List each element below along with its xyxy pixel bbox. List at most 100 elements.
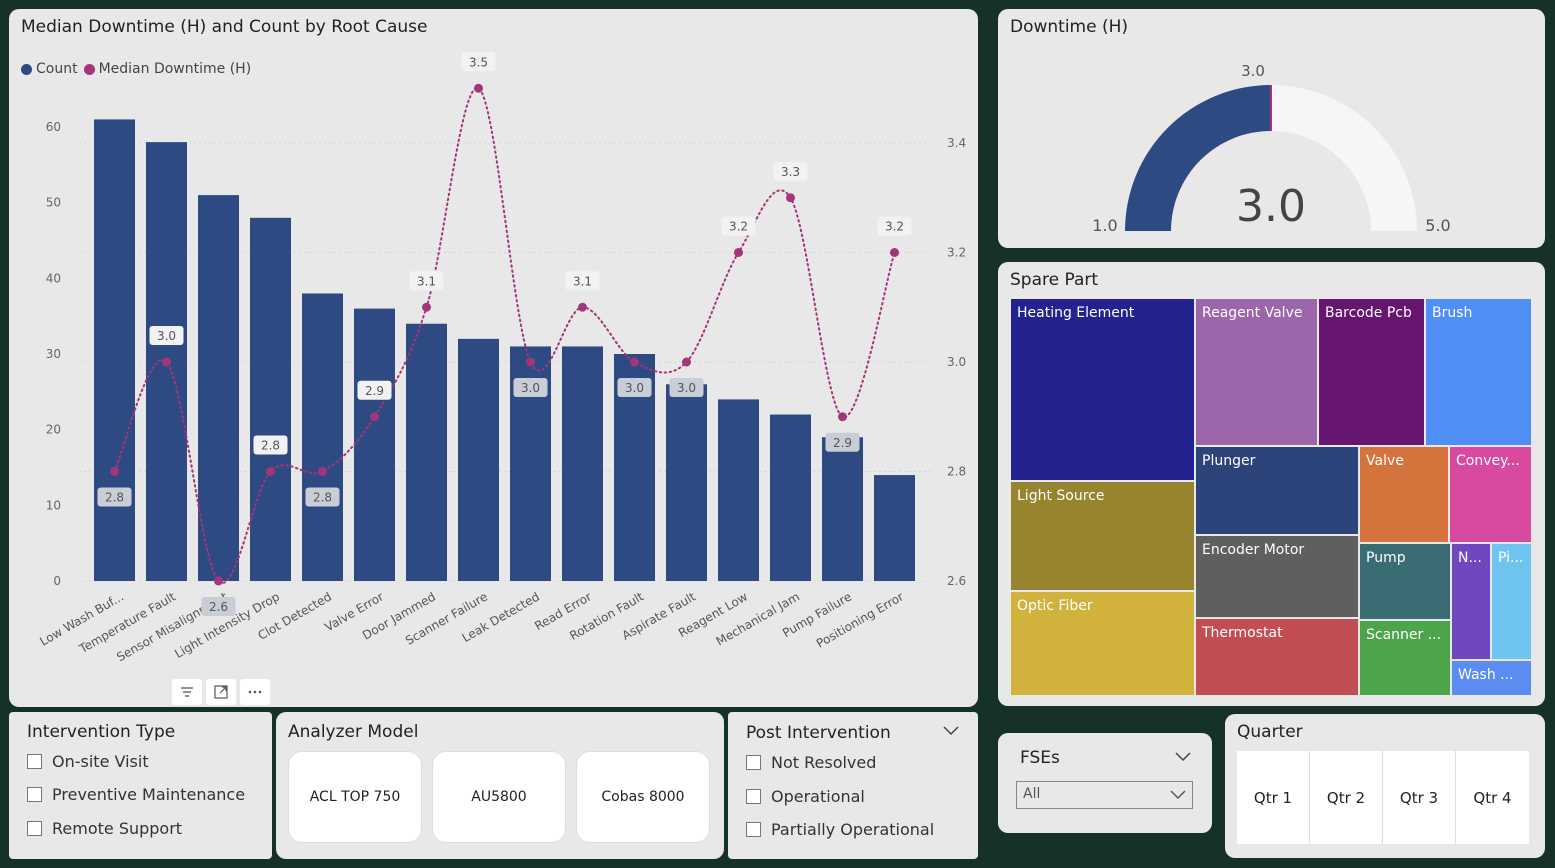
post-option-not-resolved[interactable]: Not Resolved: [746, 753, 876, 772]
option-label: Remote Support: [52, 819, 183, 838]
y-tick-left: 10: [46, 498, 61, 512]
y-tick-left: 50: [46, 196, 61, 210]
quarter-tile-q1[interactable]: Qtr 1: [1237, 751, 1310, 844]
option-label: Preventive Maintenance: [52, 785, 246, 804]
bar-10: [562, 346, 603, 581]
analyzer-model-slicer: Analyzer Model ACL TOP 750 AU5800 Cobas …: [276, 712, 724, 859]
bar-1: [94, 119, 135, 581]
y-tick-left: 0: [53, 574, 61, 588]
gauge-target-label: 3.0: [1241, 62, 1265, 80]
median-point: [370, 412, 379, 422]
treemap-tile[interactable]: Valve: [1359, 446, 1449, 543]
treemap-card: Spare Part Heating Element Reagent Valve…: [998, 262, 1545, 706]
bar-4: [250, 217, 291, 582]
gauge-chart: 3.0 3.0 1.0 5.0: [1092, 62, 1450, 235]
treemap-tile[interactable]: Scanner ...: [1359, 620, 1451, 696]
data-label: 3.2: [729, 220, 748, 234]
median-point: [162, 357, 171, 367]
median-point: [630, 357, 639, 367]
treemap-tile[interactable]: Optic Fiber: [1010, 591, 1195, 696]
treemap-tile[interactable]: Brush: [1425, 298, 1532, 446]
chevron-down-icon[interactable]: [1175, 752, 1191, 762]
treemap-tile[interactable]: Encoder Motor: [1195, 535, 1359, 618]
more-options-icon[interactable]: [240, 679, 270, 705]
checkbox[interactable]: [27, 821, 42, 836]
filter-icon[interactable]: [172, 679, 202, 705]
quarter-title: Quarter: [1237, 722, 1303, 742]
median-point: [318, 467, 327, 476]
chart-title: Median Downtime (H) and Count by Root Ca…: [21, 17, 428, 37]
treemap-tile[interactable]: Pump: [1359, 543, 1451, 620]
visual-header-toolbar: [172, 679, 270, 705]
x-tick-label: Low Wash Buf...: [37, 589, 126, 648]
treemap-tile[interactable]: Plunger: [1195, 446, 1359, 535]
quarter-tile-q2[interactable]: Qtr 2: [1310, 751, 1383, 844]
data-label: 2.8: [313, 491, 332, 505]
bar-8: [458, 338, 499, 581]
treemap-title: Spare Part: [1010, 270, 1099, 290]
y-tick-left: 40: [46, 271, 61, 285]
analyzer-model-title: Analyzer Model: [288, 722, 419, 742]
checkbox[interactable]: [746, 822, 761, 837]
quarter-tile-q3[interactable]: Qtr 3: [1383, 751, 1456, 844]
legend-label-count: Count: [36, 61, 78, 77]
treemap-tile[interactable]: Convey...: [1449, 446, 1532, 543]
median-point: [578, 302, 587, 312]
quarter-tile-q4[interactable]: Qtr 4: [1456, 751, 1529, 844]
bar-13: [718, 399, 759, 581]
treemap-tile[interactable]: N...: [1451, 543, 1491, 660]
data-label: 2.9: [833, 436, 852, 450]
checkbox[interactable]: [27, 754, 42, 769]
analyzer-tile-au5800[interactable]: AU5800: [432, 751, 566, 843]
median-point: [786, 193, 795, 203]
median-point: [266, 467, 275, 476]
data-label: 3.3: [781, 165, 800, 179]
gauge-card: Downtime (H) 3.0 3.0 1.0 5.0: [998, 9, 1545, 248]
post-option-operational[interactable]: Operational: [746, 787, 865, 806]
intervention-type-slicer: Intervention Type On-site Visit Preventi…: [9, 712, 272, 859]
data-label: 3.0: [157, 329, 176, 343]
bar-3: [198, 195, 239, 581]
intervention-option-onsite[interactable]: On-site Visit: [27, 752, 149, 771]
checkbox[interactable]: [746, 789, 761, 804]
treemap-tile[interactable]: Wash ...: [1451, 660, 1532, 696]
combo-chart: 0 10 20 30 40 50 60 2.6 2.8 3.0 3.2 3.4 Low Wash Buf…: [37, 52, 966, 664]
median-point: [734, 248, 743, 257]
treemap-tile[interactable]: Barcode Pcb: [1318, 298, 1425, 446]
intervention-option-remote[interactable]: Remote Support: [27, 819, 182, 838]
data-label: 2.8: [105, 491, 124, 505]
option-label: Not Resolved: [771, 753, 877, 772]
median-point: [682, 357, 691, 367]
analyzer-tile-acl[interactable]: ACL TOP 750: [288, 751, 422, 843]
chart-legend: Count Median Downtime (H): [21, 61, 251, 77]
treemap-tile[interactable]: Pi...: [1491, 543, 1532, 660]
post-intervention-slicer: Post Intervention Not Resolved Operation…: [728, 712, 978, 859]
x-tick-label: Positioning Error: [814, 589, 906, 650]
bar-15: [822, 437, 863, 581]
focus-mode-icon[interactable]: [206, 679, 236, 705]
y-tick-right: 3.0: [947, 355, 966, 369]
fse-dropdown[interactable]: All: [1016, 781, 1193, 809]
post-option-partial[interactable]: Partially Operational: [746, 820, 934, 839]
checkbox[interactable]: [746, 755, 761, 770]
bar-7: [406, 323, 447, 581]
bar-12: [666, 384, 707, 581]
legend-label-median: Median Downtime (H): [98, 61, 252, 77]
data-label: 3.5: [469, 55, 488, 69]
legend-item-median[interactable]: Median Downtime (H): [83, 61, 252, 77]
treemap-tile[interactable]: Light Source: [1010, 481, 1195, 591]
intervention-option-preventive[interactable]: Preventive Maintenance: [27, 785, 245, 804]
treemap-tile[interactable]: Heating Element: [1010, 298, 1195, 481]
analyzer-tile-cobas[interactable]: Cobas 8000: [576, 751, 710, 843]
treemap-tile[interactable]: Thermostat: [1195, 618, 1359, 696]
median-point: [838, 412, 847, 422]
median-point: [214, 576, 223, 586]
data-label: 2.6: [209, 600, 228, 614]
checkbox[interactable]: [27, 787, 42, 802]
treemap-tile[interactable]: Reagent Valve: [1195, 298, 1318, 446]
legend-item-count[interactable]: Count: [21, 61, 78, 77]
bar-16: [874, 475, 915, 581]
bar-14: [770, 414, 811, 581]
bar-6: [354, 308, 395, 581]
chevron-down-icon[interactable]: [943, 726, 959, 736]
